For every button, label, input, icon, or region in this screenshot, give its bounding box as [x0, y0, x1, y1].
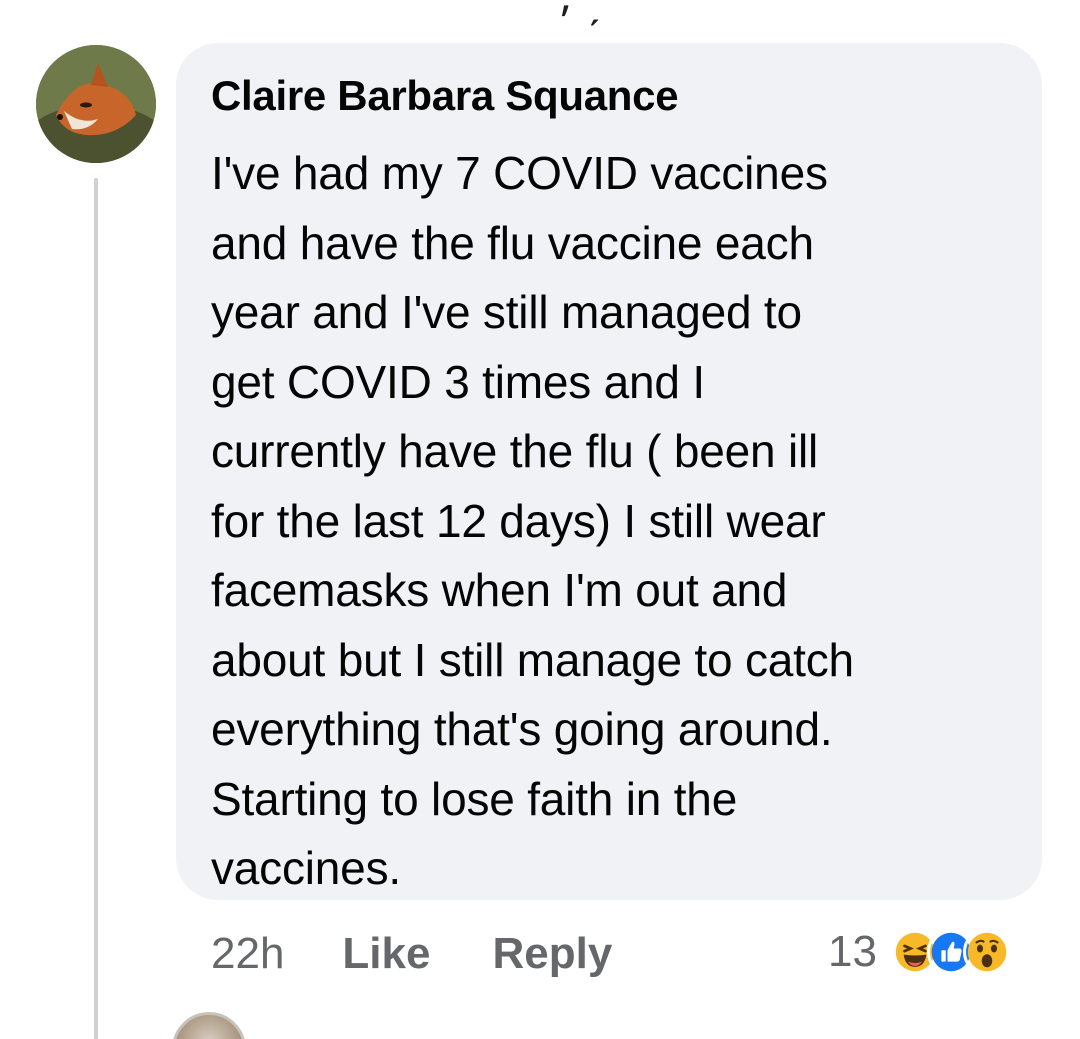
comment-body-line: currently have the flu ( been ill [211, 425, 819, 477]
avatar[interactable] [36, 45, 156, 163]
like-button[interactable]: Like [342, 929, 430, 979]
reaction-count: 13 [828, 927, 877, 976]
reaction-summary[interactable]: 13 [828, 922, 1011, 982]
next-comment-avatar[interactable] [172, 1012, 246, 1039]
comment-body-line: vaccines. [211, 842, 401, 894]
comment-timestamp[interactable]: 22h [211, 929, 284, 979]
comment-body-line: everything that's going around. [211, 703, 833, 755]
comment-body: I've had my 7 COVID vaccines and have th… [211, 139, 1008, 904]
comment-actions: 22h Like Reply [211, 924, 612, 984]
reply-button[interactable]: Reply [492, 929, 612, 979]
wow-reaction-icon [962, 928, 1011, 976]
comment-body-line: about but I still manage to catch [211, 633, 854, 686]
reaction-icons [890, 928, 1011, 976]
comment-body-line: facemasks when I'm out and [211, 564, 788, 616]
comment-thread: ⸴ ˏ Claire Barbara Squance I've had my 7… [0, 0, 1080, 1039]
comment-body-line: I've had my 7 COVID vaccines [211, 147, 828, 199]
comment-body-line: for the last 12 days) I still wear [211, 494, 826, 547]
comment-body-line: and have the flu vaccine each [211, 216, 814, 269]
cut-off-glyphs: ⸴ ˏ [560, 0, 602, 27]
comment-bubble: Claire Barbara Squance I've had my 7 COV… [176, 43, 1042, 900]
cut-off-previous-text: ⸴ ˏ [560, 0, 602, 30]
comment-body-line: Starting to lose faith in the [211, 772, 738, 825]
thread-connector-line [94, 178, 98, 1039]
fox-avatar-icon [36, 45, 156, 163]
comment-body-line: year and I've still managed to [211, 286, 802, 338]
comment-author-name[interactable]: Claire Barbara Squance [211, 71, 1008, 121]
comment-body-line: get COVID 3 times and I [211, 355, 705, 408]
